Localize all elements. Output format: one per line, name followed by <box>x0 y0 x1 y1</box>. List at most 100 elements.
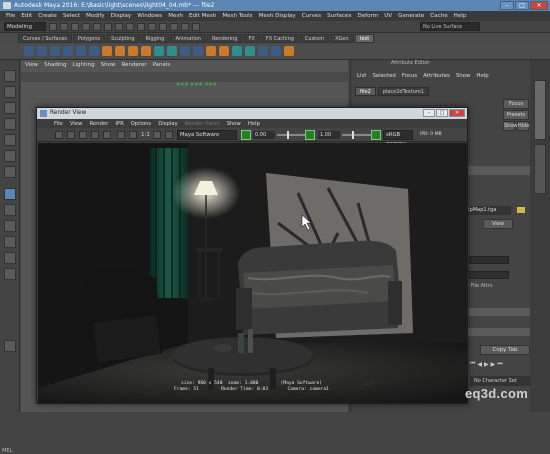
attr-menu-selected[interactable]: Selected <box>372 73 395 79</box>
view-button[interactable]: View <box>483 219 513 229</box>
gamma-reset-icon[interactable] <box>305 130 315 140</box>
step-forward-icon[interactable]: ▶ <box>491 361 496 368</box>
attr-menu-focus[interactable]: Focus <box>402 73 417 79</box>
exposure-reset-icon[interactable] <box>241 130 251 140</box>
menu-help[interactable]: Help <box>454 13 467 19</box>
maximize-button[interactable]: □ <box>515 1 529 10</box>
select-tool-icon[interactable] <box>4 70 16 82</box>
exposure-field[interactable]: 0.00 <box>253 131 275 139</box>
character-set-field[interactable]: No Character Set <box>470 376 530 386</box>
mode-select[interactable]: Modeling <box>4 22 46 31</box>
render-view-menu-render[interactable]: Render <box>89 121 108 127</box>
menu-deform[interactable]: Deform <box>357 13 378 19</box>
shelf-light-icon[interactable] <box>232 46 242 56</box>
shelf-cube-icon[interactable] <box>24 46 34 56</box>
shelf-separate-icon[interactable] <box>115 46 125 56</box>
render-view-menu-help[interactable]: Help <box>248 121 260 127</box>
rendered-image[interactable] <box>38 143 467 403</box>
menu-file[interactable]: File <box>6 13 15 19</box>
ipr-icon[interactable] <box>67 131 75 139</box>
redo-render-icon[interactable] <box>55 131 63 139</box>
shelf-sphere-icon[interactable] <box>37 46 47 56</box>
shelf-bevel-icon[interactable] <box>141 46 151 56</box>
shelf-material-icon[interactable] <box>258 46 268 56</box>
rotate-tool-icon[interactable] <box>4 134 16 146</box>
last-tool-icon[interactable] <box>4 166 16 178</box>
show-button[interactable]: Show <box>503 121 518 131</box>
render-view-maximize-button[interactable]: □ <box>436 109 448 117</box>
snapshot-icon[interactable] <box>103 131 111 139</box>
snap-point-icon[interactable] <box>159 22 167 31</box>
menu-modify[interactable]: Modify <box>86 13 105 19</box>
paint-select-icon[interactable] <box>4 102 16 114</box>
viewport-menu-panels[interactable]: Panels <box>153 62 171 71</box>
attr-menu-show[interactable]: Show <box>456 73 471 79</box>
attribute-editor-side-tab[interactable] <box>534 80 546 140</box>
play-icon[interactable]: ▶ <box>484 361 489 368</box>
shelf-reduce-icon[interactable] <box>219 46 229 56</box>
select-hierarchy-icon[interactable] <box>104 22 112 31</box>
focus-button[interactable]: Focus <box>503 99 529 109</box>
render-region-icon[interactable] <box>91 131 99 139</box>
render-current-icon[interactable] <box>170 22 178 31</box>
menu-uv[interactable]: UV <box>384 13 392 19</box>
folder-icon[interactable] <box>517 207 525 213</box>
render-settings-icon[interactable] <box>192 22 200 31</box>
alpha-channel-icon[interactable] <box>129 131 137 139</box>
persp-outliner-layout-icon[interactable] <box>4 220 16 232</box>
shelf-multicut-icon[interactable] <box>167 46 177 56</box>
viewport-menu-show[interactable]: Show <box>101 62 116 71</box>
lasso-tool-icon[interactable] <box>4 86 16 98</box>
viewport-menu-renderer[interactable]: Renderer <box>121 62 146 71</box>
viewport-menu-lighting[interactable]: Lighting <box>72 62 94 71</box>
attr-tab-place2dtexture1[interactable]: place2dTexture1 <box>377 87 430 96</box>
shelf-tab-sculpting[interactable]: Sculpting <box>106 33 140 43</box>
new-scene-icon[interactable] <box>49 22 57 31</box>
shelf-extrude-icon[interactable] <box>128 46 138 56</box>
menu-mesh-tools[interactable]: Mesh Tools <box>222 13 252 19</box>
render-view-menu-view[interactable]: View <box>70 121 83 127</box>
snap-curve-icon[interactable] <box>148 22 156 31</box>
color-management-icon[interactable] <box>371 130 381 140</box>
render-view-menu-display[interactable]: Display <box>158 121 178 127</box>
outliner-layout-icon[interactable] <box>4 268 16 280</box>
shelf-plane-icon[interactable] <box>89 46 99 56</box>
viewport-menu-shading[interactable]: Shading <box>44 62 66 71</box>
hide-button[interactable]: Hide <box>517 121 529 131</box>
redo-icon[interactable] <box>93 22 101 31</box>
gamma-slider-thumb[interactable] <box>352 131 354 139</box>
attr-menu-attributes[interactable]: Attributes <box>423 73 450 79</box>
menu-curves[interactable]: Curves <box>302 13 321 19</box>
shelf-torus-icon[interactable] <box>76 46 86 56</box>
shelf-smooth-icon[interactable] <box>206 46 216 56</box>
menu-edit-mesh[interactable]: Edit Mesh <box>189 13 216 19</box>
attribute-dropdown[interactable] <box>469 271 509 279</box>
attr-menu-list[interactable]: List <box>357 73 366 79</box>
move-tool-icon[interactable] <box>4 118 16 130</box>
ipr-render-icon[interactable] <box>181 22 189 31</box>
shelf-tab-curves-surfaces[interactable]: Curves / Surfaces <box>18 33 72 43</box>
presets-button[interactable]: Presets <box>503 110 529 120</box>
menu-cache[interactable]: Cache <box>430 13 447 19</box>
shelf-mirror-icon[interactable] <box>193 46 203 56</box>
shelf-cone-icon[interactable] <box>63 46 73 56</box>
render-view-menu-file[interactable]: File <box>54 121 63 127</box>
menu-surfaces[interactable]: Surfaces <box>327 13 351 19</box>
four-view-layout-icon[interactable] <box>4 204 16 216</box>
image-name-field[interactable]: \pMap1.tga <box>466 206 511 215</box>
shelf-tab-fx-caching[interactable]: FX Caching <box>260 33 299 43</box>
render-view-menu-ipr[interactable]: IPR <box>115 121 123 127</box>
render-view-menu-options[interactable]: Options <box>131 121 151 127</box>
undo-icon[interactable] <box>82 22 90 31</box>
scale-tool-icon[interactable] <box>4 150 16 162</box>
select-component-icon[interactable] <box>126 22 134 31</box>
remove-image-icon[interactable] <box>165 131 173 139</box>
exposure-slider-thumb[interactable] <box>287 131 289 139</box>
menu-windows[interactable]: Windows <box>137 13 162 19</box>
menu-generate[interactable]: Generate <box>398 13 424 19</box>
live-surface-field[interactable]: No Live Surface <box>420 22 480 31</box>
menu-edit[interactable]: Edit <box>21 13 32 19</box>
shelf-tab-custom[interactable]: Custom <box>299 33 330 43</box>
snap-grid-icon[interactable] <box>137 22 145 31</box>
render-view-minimize-button[interactable]: – <box>423 109 435 117</box>
